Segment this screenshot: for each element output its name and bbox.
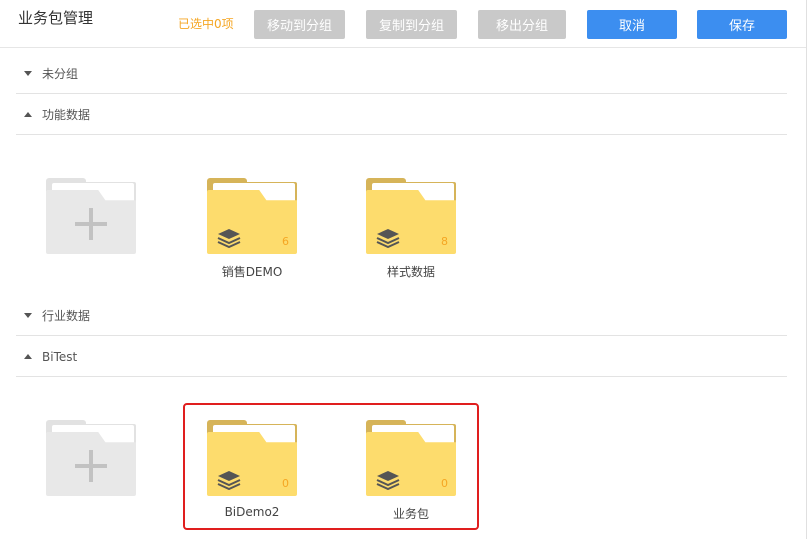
copy-to-group-button[interactable]: 复制到分组 <box>366 10 457 39</box>
folder-icon: 8 <box>366 178 456 254</box>
caret-down-icon <box>24 313 32 318</box>
cancel-button[interactable]: 取消 <box>587 10 677 39</box>
package-name: 样式数据 <box>386 265 435 279</box>
package-name: 业务包 <box>392 507 429 521</box>
scrollbar-track[interactable] <box>806 0 807 539</box>
package-tile-business-package[interactable]: 0 业务包 <box>366 420 456 522</box>
plus-icon <box>75 450 107 482</box>
save-button[interactable]: 保存 <box>697 10 787 39</box>
group-label: 行业数据 <box>42 309 91 323</box>
package-tile-sales-demo[interactable]: 6 销售DEMO <box>207 178 297 280</box>
remove-from-group-button[interactable]: 移出分组 <box>478 10 566 39</box>
package-name: BiDemo2 <box>224 505 280 519</box>
group-row-bitest[interactable]: BiTest <box>16 337 787 377</box>
folder-icon: 0 <box>366 420 456 496</box>
caret-up-icon <box>24 112 32 117</box>
folder-icon: 6 <box>207 178 297 254</box>
caret-down-icon <box>24 71 32 76</box>
group-label: BiTest <box>42 349 78 364</box>
layers-icon <box>217 471 241 490</box>
add-package-tile[interactable] <box>46 420 136 496</box>
layers-icon <box>376 229 400 248</box>
move-to-group-button[interactable]: 移动到分组 <box>254 10 345 39</box>
group-row-industry-data[interactable]: 行业数据 <box>16 296 787 336</box>
package-count: 8 <box>441 235 448 248</box>
layers-icon <box>217 229 241 248</box>
package-count: 0 <box>441 477 448 490</box>
group-label: 功能数据 <box>42 108 91 122</box>
package-management-page: 业务包管理 已选中0项 移动到分组 复制到分组 移出分组 取消 保存 未分组 功… <box>0 0 810 539</box>
header-bar: 业务包管理 已选中0项 移动到分组 复制到分组 移出分组 取消 保存 <box>0 0 806 48</box>
folder-icon: 0 <box>207 420 297 496</box>
page-title: 业务包管理 <box>18 9 94 27</box>
package-name: 销售DEMO <box>221 265 283 279</box>
package-tile-bidemo2[interactable]: 0 BiDemo2 <box>207 420 297 519</box>
folder-icon <box>46 178 136 254</box>
package-count: 6 <box>282 235 289 248</box>
layers-icon <box>376 471 400 490</box>
selected-count: 已选中0项 <box>178 17 234 31</box>
caret-up-icon <box>24 354 32 359</box>
group-row-ungrouped[interactable]: 未分组 <box>16 54 787 94</box>
plus-icon <box>75 208 107 240</box>
folder-icon <box>46 420 136 496</box>
group-label: 未分组 <box>42 67 79 81</box>
group-row-function-data[interactable]: 功能数据 <box>16 95 787 135</box>
add-package-tile[interactable] <box>46 178 136 254</box>
package-tile-style-data[interactable]: 8 样式数据 <box>366 178 456 280</box>
package-count: 0 <box>282 477 289 490</box>
